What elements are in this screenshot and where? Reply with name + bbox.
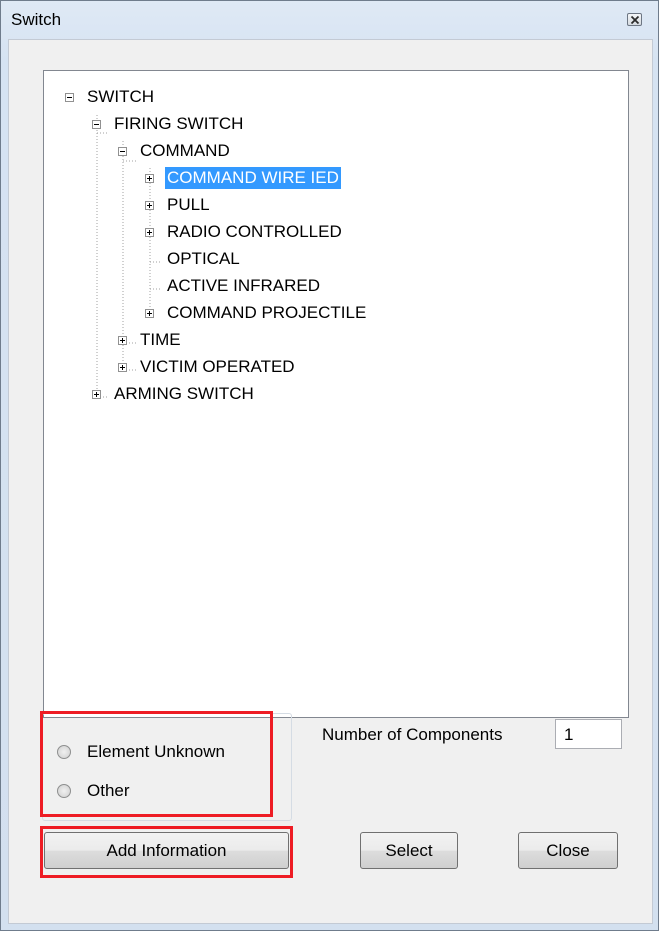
switch-tree-view[interactable]: SWITCH FIRING SWITCH COMMAND COMMAND WIR… xyxy=(43,70,629,718)
tree-node-pull[interactable]: PULL xyxy=(165,194,212,216)
collapse-icon[interactable] xyxy=(65,93,74,102)
collapse-icon[interactable] xyxy=(118,147,127,156)
highlight-box-options xyxy=(40,711,273,817)
tree-node-command-projectile[interactable]: COMMAND PROJECTILE xyxy=(165,302,368,324)
tree-node-firing-switch[interactable]: FIRING SWITCH xyxy=(112,113,245,135)
tree-node-time[interactable]: TIME xyxy=(138,329,183,351)
collapse-icon[interactable] xyxy=(92,120,101,129)
close-button[interactable]: Close xyxy=(518,832,618,869)
tree-node-arming-switch[interactable]: ARMING SWITCH xyxy=(112,383,256,405)
highlight-box-add-information xyxy=(40,826,293,878)
select-button[interactable]: Select xyxy=(360,832,458,869)
tree-node-optical[interactable]: OPTICAL xyxy=(165,248,242,270)
tree-node-radio-controlled[interactable]: RADIO CONTROLLED xyxy=(165,221,344,243)
expand-icon[interactable] xyxy=(92,390,101,399)
title-bar: Switch xyxy=(1,1,658,39)
tree-node-victim-operated[interactable]: VICTIM OPERATED xyxy=(138,356,297,378)
close-window-button[interactable] xyxy=(627,13,642,26)
expand-icon[interactable] xyxy=(118,363,127,372)
tree-node-command[interactable]: COMMAND xyxy=(138,140,232,162)
window-title: Switch xyxy=(11,10,62,29)
expand-icon[interactable] xyxy=(118,336,127,345)
expand-icon[interactable] xyxy=(145,309,154,318)
tree-node-command-wire-ied[interactable]: COMMAND WIRE IED xyxy=(165,167,341,189)
number-of-components-label: Number of Components xyxy=(322,725,503,744)
tree-node-switch[interactable]: SWITCH xyxy=(85,86,156,108)
number-of-components-input[interactable]: 1 xyxy=(555,719,622,749)
close-icon xyxy=(630,15,640,25)
expand-icon[interactable] xyxy=(145,174,154,183)
switch-dialog: Switch SWITCH FIRING SWITCH COMMAND COMM… xyxy=(0,0,659,931)
expand-icon[interactable] xyxy=(145,228,154,237)
tree-node-active-infrared[interactable]: ACTIVE INFRARED xyxy=(165,275,322,297)
expand-icon[interactable] xyxy=(145,201,154,210)
